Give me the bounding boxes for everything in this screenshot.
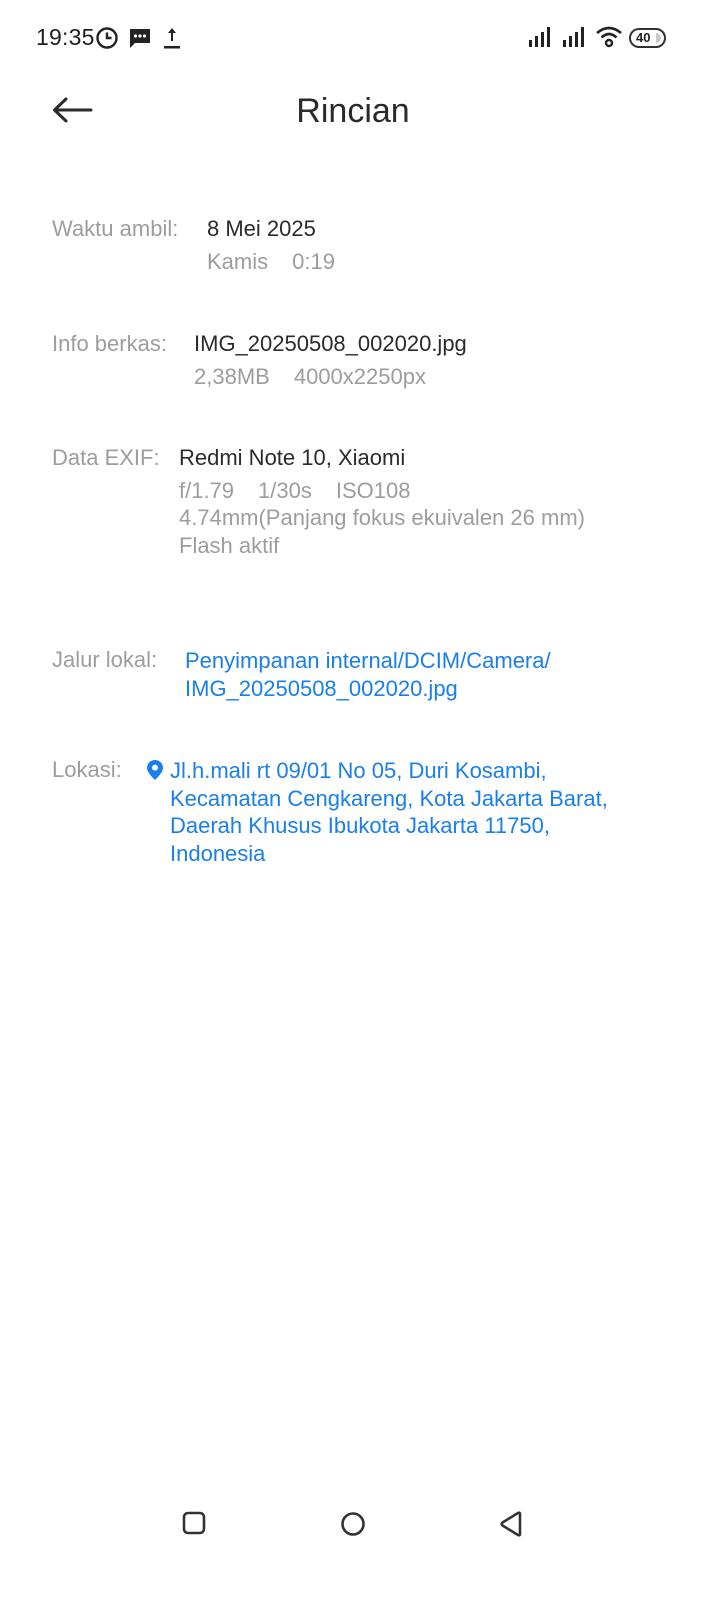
home-icon: [339, 1512, 367, 1542]
message-icon: [128, 26, 152, 55]
shutter-value: 1/30s: [258, 478, 312, 503]
file-resolution-value: 4000x2250px: [293, 364, 426, 389]
home-button[interactable]: [339, 1510, 367, 1543]
nav-back-button[interactable]: [498, 1510, 526, 1543]
signal-icon: [528, 26, 552, 53]
location-link[interactable]: Jl.h.mali rt 09/01 No 05, Duri Kosambi, …: [170, 757, 608, 867]
location-line: Kecamatan Cengkareng, Kota Jakarta Barat…: [170, 785, 608, 811]
path-line: Penyimpanan internal/DCIM/Camera/: [185, 648, 551, 673]
signal-icon: [562, 26, 586, 53]
recents-icon: [181, 1511, 207, 1540]
upload-icon: [163, 26, 181, 55]
location-label: Lokasi:: [52, 757, 122, 782]
battery-icon: 40: [629, 28, 666, 48]
aperture-value: f/1.79: [179, 478, 235, 503]
status-time: 19:35: [36, 24, 95, 50]
exposure-value: f/1.79 1/30s ISO108: [179, 478, 410, 504]
iso-value: ISO108: [335, 478, 411, 503]
page-title: Rincian: [296, 92, 410, 130]
day-value: Kamis: [207, 249, 269, 274]
file-label: Info berkas:: [52, 331, 167, 356]
location-line: Indonesia: [170, 840, 266, 866]
exif-label: Data EXIF:: [52, 445, 160, 470]
device-value: Redmi Note 10, Xiaomi: [179, 445, 406, 470]
time-label: Waktu ambil:: [52, 216, 179, 241]
location-line: Jl.h.mali rt 09/01 No 05, Duri Kosambi,: [170, 758, 547, 783]
back-icon: [498, 1511, 526, 1542]
day-time-value: Kamis 0:19: [207, 249, 335, 275]
recents-button[interactable]: [181, 1510, 207, 1541]
wifi-icon: [595, 25, 623, 54]
clock-icon: [95, 26, 119, 55]
focal-value: 4.74mm(Panjang fokus ekuivalen 26 mm): [179, 505, 585, 530]
path-label: Jalur lokal:: [52, 647, 158, 672]
location-pin-icon: [147, 760, 163, 785]
file-meta-value: 2,38MB 4000x2250px: [194, 364, 426, 390]
path-link[interactable]: Penyimpanan internal/DCIM/Camera/ IMG_20…: [185, 647, 551, 702]
status-bar: 19:35 40: [0, 0, 720, 76]
path-line: IMG_20250508_002020.jpg: [185, 675, 458, 701]
file-name-value: IMG_20250508_002020.jpg: [194, 331, 467, 356]
clock-value: 0:19: [292, 249, 335, 274]
date-value: 8 Mei 2025: [207, 216, 316, 241]
file-size-value: 2,38MB: [194, 364, 270, 389]
flash-value: Flash aktif: [179, 533, 280, 558]
location-line: Daerah Khusus Ibukota Jakarta 11750,: [170, 813, 550, 838]
